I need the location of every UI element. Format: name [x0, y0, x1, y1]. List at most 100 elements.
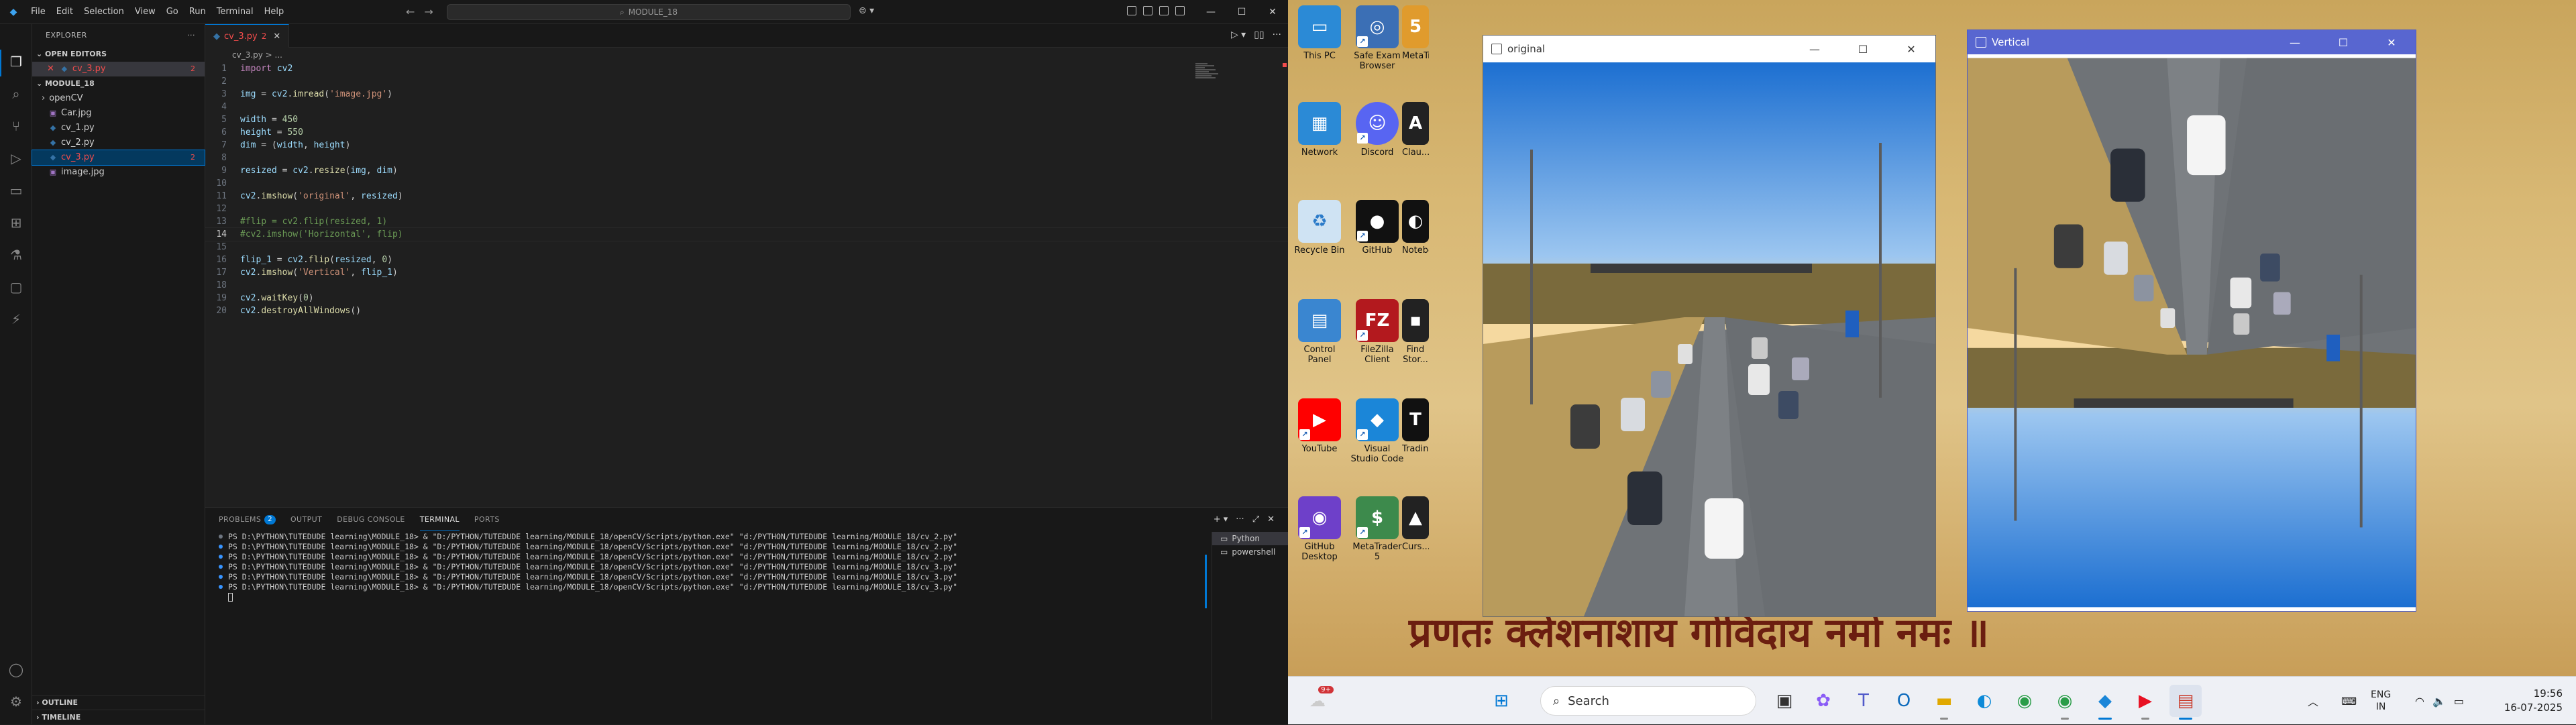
code-line[interactable]: 7 dim = (width, height) — [205, 139, 1288, 152]
desktop-icon-discord[interactable]: ☺ ↗ Discord — [1350, 102, 1405, 189]
code-line[interactable]: 3 img = cv2.imread('image.jpg') — [205, 88, 1288, 101]
close-panel-icon[interactable]: ✕ — [1267, 514, 1275, 524]
back-arrow-icon[interactable]: ← — [406, 5, 415, 18]
tab-terminal[interactable]: TERMINAL — [419, 508, 460, 531]
vscode-icon[interactable]: ◆ — [2089, 685, 2121, 720]
toggle-panel-icon[interactable] — [1143, 6, 1152, 15]
menu-file[interactable]: File — [25, 0, 51, 24]
maximize-icon[interactable]: ☐ — [1226, 0, 1257, 24]
desktop-icon-safe-exam-browser[interactable]: ◎ ↗ Safe Exam Browser — [1350, 5, 1405, 93]
desktop-icon-metatrader[interactable]: $ ↗ MetaTrader 5 — [1350, 496, 1405, 583]
customize-layout-icon[interactable] — [1175, 6, 1185, 15]
desktop-icon-partial[interactable]: A Clau... — [1402, 102, 1429, 189]
menu-view[interactable]: View — [129, 0, 161, 24]
tree-item-file[interactable]: ▣ Car.jpg — [32, 106, 205, 121]
outlook-icon[interactable]: O — [1888, 685, 1920, 717]
show-hidden-icons[interactable]: ︿ — [2308, 677, 2318, 725]
more-actions-icon[interactable]: ··· — [1236, 514, 1244, 524]
close-tab-icon[interactable]: ✕ — [273, 32, 280, 42]
extensions-icon[interactable]: ⊞ — [8, 215, 24, 231]
desktop-icon-this-pc[interactable]: ▭ This PC — [1292, 5, 1347, 93]
tree-item-file[interactable]: ◆ cv_2.py — [32, 135, 205, 150]
code-line[interactable]: 5 width = 450 — [205, 113, 1288, 126]
minimize-icon[interactable]: — — [1790, 36, 1839, 62]
youtube-icon[interactable]: ▶ — [2129, 685, 2161, 720]
weather-widget-icon[interactable]: ☁ 9+ — [1301, 685, 1334, 717]
toggle-secondary-sidebar-icon[interactable] — [1159, 6, 1169, 15]
desktop-icon-network[interactable]: ▦ Network — [1292, 102, 1347, 189]
code-line[interactable]: 12 — [205, 203, 1288, 215]
menu-edit[interactable]: Edit — [51, 0, 78, 24]
tab-output[interactable]: OUTPUT — [290, 508, 322, 531]
open-editor-item[interactable]: ✕ ◆ cv_3.py 2 — [32, 62, 205, 76]
minimize-icon[interactable]: — — [2271, 30, 2319, 54]
maximize-icon[interactable]: ☐ — [1839, 36, 1887, 62]
code-line[interactable]: 8 — [205, 152, 1288, 164]
breadcrumb[interactable]: cv_3.py > ... — [205, 48, 1288, 62]
terminal-prompt[interactable] — [219, 592, 1205, 602]
account-icon[interactable]: ◯ — [8, 661, 24, 677]
tab-cv3[interactable]: ◆ cv_3.py 2 ✕ — [205, 24, 290, 48]
tree-item-file[interactable]: ▣ image.jpg — [32, 165, 205, 180]
language-indicator[interactable]: ENG IN — [2371, 677, 2391, 725]
forward-arrow-icon[interactable]: → — [424, 5, 433, 18]
settings-gear-icon[interactable]: ⚙ — [8, 693, 24, 710]
chrome-icon[interactable]: ◉ — [2008, 685, 2041, 717]
run-debug-icon[interactable]: ▷ — [8, 150, 24, 166]
maximize-panel-icon[interactable]: ⤢ — [1252, 514, 1259, 524]
copilot-icon[interactable]: ✿ — [1807, 685, 1839, 717]
edge-icon[interactable]: ◐ — [1968, 685, 2000, 717]
search-icon[interactable]: ⌕ — [8, 86, 24, 102]
desktop-icon-github[interactable]: ● ↗ GitHub — [1350, 200, 1405, 287]
desktop-icon-partial[interactable]: ▪ Find Stor... — [1402, 299, 1429, 386]
menu-run[interactable]: Run — [184, 0, 211, 24]
code-line[interactable]: 6 height = 550 — [205, 126, 1288, 139]
copilot-icon[interactable]: ⊜ ▾ — [859, 5, 874, 16]
desktop-icon-partial[interactable]: 5 MetaTr... — [1402, 5, 1429, 93]
desktop-icon-partial[interactable]: ◐ Notebo... — [1402, 200, 1429, 287]
desktop-icon-youtube[interactable]: ▶ ↗ YouTube — [1292, 398, 1347, 486]
new-terminal-icon[interactable]: + ▾ — [1214, 514, 1228, 524]
outline-section[interactable]: › OUTLINE — [32, 695, 205, 710]
close-icon[interactable]: ✕ — [2367, 30, 2416, 54]
start-button-icon[interactable]: ⊞ — [1485, 685, 1517, 717]
code-line[interactable]: 11 cv2.imshow('original', resized) — [205, 190, 1288, 203]
minimap[interactable] — [1195, 63, 1221, 90]
terminal-item-powershell[interactable]: ▭ powershell — [1212, 545, 1288, 559]
desktop-icon-github-desktop[interactable]: ◉ ↗ GitHub Desktop — [1292, 496, 1347, 583]
chrome-profile-icon[interactable]: ◉ — [2049, 685, 2081, 720]
terminal-output[interactable]: PS D:\PYTHON\TUTEDUDE learning\MODULE_18… — [219, 532, 1205, 720]
code-line[interactable]: 4 — [205, 101, 1288, 113]
code-editor[interactable]: ◆ cv_3.py 2 ✕ ▷ ▾ ▯▯ ··· cv_3.py > ... 1… — [205, 24, 1289, 507]
minimize-icon[interactable]: — — [1195, 0, 1226, 24]
code-line[interactable]: 13 #flip = cv2.flip(resized, 1) — [205, 215, 1288, 228]
code-line[interactable]: 15 — [205, 241, 1288, 254]
run-icon[interactable]: ▷ ▾ — [1231, 30, 1246, 40]
desktop-icon-recycle-bin[interactable]: ♻ Recycle Bin — [1292, 200, 1347, 287]
code-line[interactable]: 18 — [205, 279, 1288, 292]
tab-ports[interactable]: PORTS — [474, 508, 500, 531]
desktop-icon-partial[interactable]: ▲ Curs... — [1402, 496, 1429, 583]
testing-icon[interactable]: ⚗ — [8, 247, 24, 263]
menu-selection[interactable]: Selection — [78, 0, 129, 24]
code-line[interactable]: 1 import cv2 — [205, 62, 1288, 75]
code-line[interactable]: 20 cv2.destroyAllWindows() — [205, 304, 1288, 317]
copilot-chat-icon[interactable]: ⚡ — [8, 311, 24, 327]
toggle-sidebar-icon[interactable] — [1127, 6, 1136, 15]
menu-terminal[interactable]: Terminal — [211, 0, 259, 24]
window-vertical[interactable]: Vertical — ☐ ✕ — [1967, 30, 2416, 612]
code-area[interactable]: 1 import cv2 2 3 img = cv2.imread('image.jpg… — [205, 62, 1289, 317]
code-line[interactable]: 9 resized = cv2.resize(img, dim) — [205, 164, 1288, 177]
desktop-icon-control-panel[interactable]: ▤ Control Panel — [1292, 299, 1347, 386]
task-view-icon[interactable]: ▣ — [1768, 685, 1801, 717]
desktop-icon-partial[interactable]: T Tradin... — [1402, 398, 1429, 486]
code-line[interactable]: 10 — [205, 177, 1288, 190]
timeline-section[interactable]: › TIMELINE — [32, 710, 205, 724]
close-icon[interactable]: ✕ — [1887, 36, 1935, 62]
clock[interactable]: 19:56 16-07-2025 — [2489, 677, 2563, 725]
code-line[interactable]: 19 cv2.waitKey(0) — [205, 292, 1288, 304]
menu-help[interactable]: Help — [259, 0, 290, 24]
source-control-icon[interactable]: ⑂ — [8, 118, 24, 134]
close-icon[interactable]: ✕ — [1257, 0, 1288, 24]
terminal-item-python[interactable]: ▭ Python — [1212, 532, 1288, 545]
